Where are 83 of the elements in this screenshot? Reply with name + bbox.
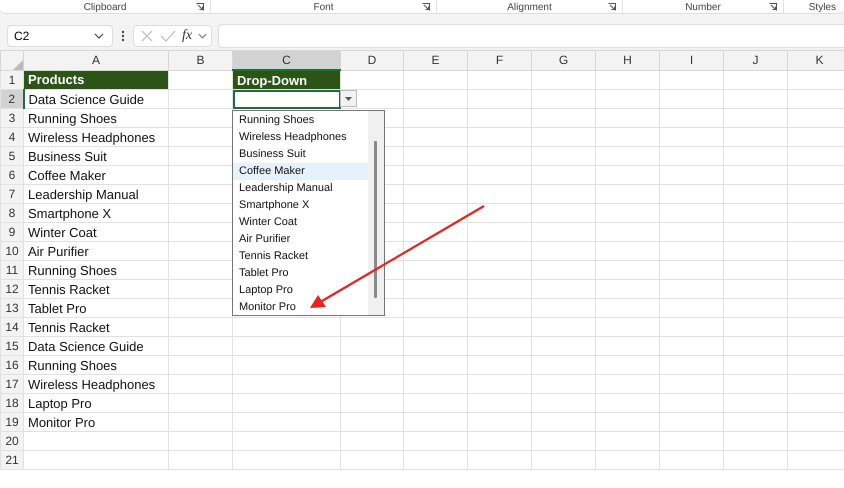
- column-header[interactable]: D: [340, 50, 404, 70]
- table-cell: Coffee Maker: [24, 166, 168, 184]
- dropdown-item[interactable]: Running Shoes: [233, 112, 368, 129]
- column-header[interactable]: J: [724, 50, 788, 70]
- table-cell: Drop-Down: [232, 70, 340, 90]
- row-header[interactable]: 1: [0, 70, 24, 90]
- column-header[interactable]: K: [788, 50, 844, 70]
- row-header[interactable]: 10: [0, 242, 24, 260]
- table-cell: Data Science Guide: [24, 90, 168, 108]
- row-header[interactable]: 7: [0, 184, 24, 204]
- row-header[interactable]: 16: [0, 356, 24, 374]
- table-cell: Running Shoes: [24, 356, 168, 374]
- column-header[interactable]: H: [596, 50, 660, 70]
- table-cell: Tennis Racket: [24, 280, 168, 298]
- formula-input[interactable]: [218, 24, 844, 48]
- row-header[interactable]: 6: [0, 166, 24, 184]
- caret-icon: [94, 32, 104, 38]
- dialog-launcher-icon[interactable]: [422, 3, 430, 11]
- table-cell: Data Science Guide: [24, 336, 168, 356]
- caret-icon: [345, 96, 352, 100]
- column-header[interactable]: F: [468, 50, 532, 70]
- dropdown-item[interactable]: Leadership Manual: [233, 180, 368, 197]
- dropdown-item[interactable]: Air Purifier: [233, 231, 368, 248]
- row-header[interactable]: 2: [0, 90, 24, 108]
- row-header[interactable]: 15: [0, 336, 24, 356]
- row-header[interactable]: 4: [0, 128, 24, 146]
- dropdown-item[interactable]: Smartphone X: [233, 197, 368, 214]
- dropdown-item[interactable]: Wireless Headphones: [233, 129, 368, 146]
- more-icon[interactable]: [121, 30, 125, 42]
- row-header[interactable]: 17: [0, 374, 24, 394]
- row-header[interactable]: 12: [0, 280, 24, 298]
- row-header[interactable]: 11: [0, 260, 24, 280]
- column-header[interactable]: I: [660, 50, 724, 70]
- insert-function-button[interactable]: fx: [182, 28, 192, 44]
- dropdown-item[interactable]: Winter Coat: [233, 214, 368, 231]
- column-header[interactable]: B: [168, 50, 232, 70]
- dropdown-item[interactable]: Tablet Pro: [233, 265, 368, 282]
- dropdown-item[interactable]: Coffee Maker: [233, 163, 368, 180]
- row-header[interactable]: 9: [0, 222, 24, 242]
- dropdown-item[interactable]: Monitor Pro: [233, 299, 368, 316]
- row-header[interactable]: 21: [0, 450, 24, 470]
- table-cell: Running Shoes: [24, 108, 168, 128]
- table-cell: Smartphone X: [24, 204, 168, 222]
- row-header[interactable]: 8: [0, 204, 24, 222]
- table-cell: Winter Coat: [24, 222, 168, 242]
- column-header[interactable]: E: [404, 50, 468, 70]
- row-header[interactable]: 5: [0, 146, 24, 166]
- table-cell: Tablet Pro: [24, 298, 168, 318]
- dialog-launcher-icon[interactable]: [608, 3, 616, 11]
- ribbon-group-label: Font: [313, 2, 334, 13]
- table-cell: Products: [24, 70, 168, 90]
- dropdown-item[interactable]: Business Suit: [233, 146, 368, 163]
- dropdown-item[interactable]: Laptop Pro: [233, 282, 368, 299]
- name-box[interactable]: C2: [7, 24, 113, 46]
- row-header[interactable]: 18: [0, 394, 24, 412]
- table-cell: Running Shoes: [24, 260, 168, 280]
- table-cell: Tennis Racket: [24, 318, 168, 336]
- row-header[interactable]: 13: [0, 298, 24, 318]
- row-header[interactable]: 14: [0, 318, 24, 336]
- row-header[interactable]: 3: [0, 108, 24, 128]
- ribbon-group-label: Alignment: [507, 2, 552, 13]
- table-cell: Laptop Pro: [24, 394, 168, 412]
- column-header[interactable]: A: [24, 50, 168, 70]
- dropdown-button[interactable]: [340, 90, 357, 107]
- row-header[interactable]: 20: [0, 432, 24, 450]
- table-cell: Monitor Pro: [24, 412, 168, 432]
- table-cell: Business Suit: [24, 146, 168, 166]
- table-cell: Air Purifier: [24, 242, 168, 260]
- ribbon-group-label: Number: [685, 2, 721, 13]
- caret-icon[interactable]: [198, 32, 208, 38]
- table-cell: Wireless Headphones: [24, 374, 168, 394]
- table-cell: Leadership Manual: [24, 184, 168, 204]
- table-cell: Wireless Headphones: [24, 128, 168, 146]
- ribbon-group-label: Clipboard: [84, 2, 126, 13]
- scrollbar[interactable]: [368, 111, 384, 315]
- ribbon-group-label: Styles: [808, 2, 836, 13]
- column-header[interactable]: G: [532, 50, 596, 70]
- dropdown-item[interactable]: Tennis Racket: [233, 248, 368, 265]
- dialog-launcher-icon[interactable]: [196, 3, 204, 11]
- dialog-launcher-icon[interactable]: [769, 3, 777, 11]
- row-header[interactable]: 19: [0, 412, 24, 432]
- column-header[interactable]: C: [232, 50, 340, 70]
- check-icon[interactable]: [160, 28, 176, 42]
